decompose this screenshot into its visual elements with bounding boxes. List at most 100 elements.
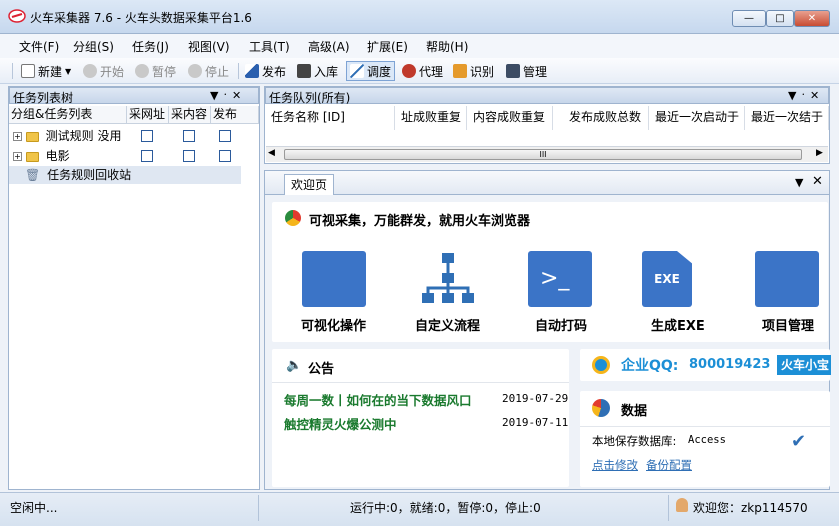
terminal-icon[interactable]: >_ [528,251,592,307]
crawl-url-checkbox[interactable] [141,150,153,162]
menu-group[interactable]: 分组(S) [73,38,114,55]
toolbar-separator [238,63,239,79]
feature-label[interactable]: 生成EXE [651,315,705,334]
schedule-label: 调度 [367,64,392,79]
menu-tools[interactable]: 工具(T) [249,38,290,55]
monitor-icon [506,64,520,78]
menu-file[interactable]: 文件(F) [19,38,59,55]
notice-link[interactable]: 触控精灵火爆公测中 [284,414,397,433]
notice-link[interactable]: 每周一数丨如何在的当下数据风口 [284,390,472,409]
divider [258,495,259,521]
menu-extend[interactable]: 扩展(E) [367,38,408,55]
status-bar: 空闲中... 运行中:0，就绪:0，暂停:0，停止:0 欢迎您：zkp11457… [0,492,839,526]
tab-bar: 欢迎页 ▼ ✕ [265,171,829,195]
publish-checkbox[interactable] [219,150,231,162]
divider [668,495,669,521]
menu-task[interactable]: 任务(J) [132,38,169,55]
stop-icon [188,64,202,78]
publish-button[interactable]: 发布 [242,61,289,81]
proxy-icon [402,64,416,78]
manage-label: 管理 [523,64,548,79]
feature-label[interactable]: 项目管理 [762,315,814,334]
panel-controls[interactable]: ▼ ᛫ ✕ [210,89,241,102]
scroll-right-icon[interactable]: ▶ [816,148,823,158]
column-header[interactable]: 采内容 [169,106,211,124]
panel-controls[interactable]: ▼ ᛫ ✕ [788,89,819,102]
panel-header: 任务列表树 ▼ ᛫ ✕ [9,87,259,105]
crawl-content-checkbox[interactable] [183,150,195,162]
publish-icon [245,64,259,78]
stop-button[interactable]: 停止 [185,61,232,81]
recognize-icon [453,64,467,78]
new-doc-icon [21,64,35,78]
visual-operation-icon[interactable] [302,251,366,307]
pause-button[interactable]: 暂停 [132,61,179,81]
maximize-button[interactable]: □ [766,10,794,27]
column-header[interactable]: 址成败重复 [395,106,467,130]
tab-close-icon[interactable]: ✕ [812,174,823,189]
crawl-content-checkbox[interactable] [183,130,195,142]
column-header[interactable]: 发布 [211,106,259,124]
tree-row[interactable]: + 电影 [9,147,70,165]
qq-label: 企业QQ: [621,358,679,374]
data-title: 数据 [621,404,648,419]
pause-label: 暂停 [152,64,177,79]
schedule-button[interactable]: 调度 [346,61,396,81]
menu-view[interactable]: 视图(V) [188,38,230,55]
qq-contact-button[interactable]: 火车小宝 [777,355,831,375]
db-modify-link[interactable]: 点击修改 [592,457,638,473]
menu-advanced[interactable]: 高级(A) [308,38,350,55]
close-button[interactable]: ✕ [794,10,830,27]
user-welcome[interactable]: 欢迎您：zkp114570 [693,499,808,516]
run-stats: 运行中:0，就绪:0，暂停:0，停止:0 [350,501,541,515]
minimize-button[interactable]: — [732,10,766,27]
import-button[interactable]: 入库 [294,61,341,81]
column-header[interactable]: 任务名称 [ID] [265,106,395,130]
feature-label[interactable]: 自定义流程 [415,315,480,334]
window-title: 火车采集器 7.6 - 火车头数据采集平台1.6 [30,11,252,25]
manage-button[interactable]: 管理 [503,61,550,81]
column-header[interactable]: 最近一次结于 [745,106,829,130]
project-manage-icon[interactable] [755,251,819,307]
feature-label[interactable]: 自动打码 [535,315,587,334]
headline: 可视采集，万能群发，就用火车浏览器 [309,214,531,229]
crawl-url-checkbox[interactable] [141,130,153,142]
menu-bar: 文件(F) 分组(S) 任务(J) 视图(V) 工具(T) 高级(A) 扩展(E… [0,34,839,58]
exe-file-icon[interactable]: EXE [642,251,692,307]
scroll-thumb[interactable]: III [284,149,802,160]
tree-row[interactable]: + 测试规则 没用 [9,127,121,145]
column-header[interactable]: 发布成败总数 [563,106,649,130]
scroll-left-icon[interactable]: ◀ [268,148,275,158]
column-header[interactable]: 采网址 [127,106,169,124]
notice-card: 🔈 公告 每周一数丨如何在的当下数据风口 2019-07-29 触控精灵火爆公测… [272,349,569,487]
column-header[interactable]: 最近一次启动于 [649,106,745,130]
qq-number[interactable]: 800019423 [689,357,770,372]
proxy-button[interactable]: 代理 [399,61,446,81]
recognize-button[interactable]: 识别 [450,61,497,81]
app-logo-icon [8,9,26,23]
tree-row[interactable]: 🗑 任务规则回收站 [9,166,241,184]
horizontal-scrollbar[interactable]: ◀ III ▶ [266,146,828,162]
menu-help[interactable]: 帮助(H) [426,38,468,55]
expand-icon[interactable]: + [13,152,22,161]
column-header[interactable]: 分组&任务列表 [9,106,127,124]
column-header[interactable]: 内容成败重复 [467,106,553,130]
toolbar: 新建 ▼ 开始 暂停 停止 发布 入库 调度 代理 识别 管理 [0,58,839,84]
publish-checkbox[interactable] [219,130,231,142]
start-button[interactable]: 开始 [80,61,127,81]
play-icon [83,64,97,78]
flow-chart-icon[interactable] [416,251,480,307]
stop-label: 停止 [205,64,230,79]
new-button[interactable]: 新建 ▼ [18,61,74,81]
db-backup-link[interactable]: 备份配置 [646,457,692,473]
task-tree-panel: 任务列表树 ▼ ᛫ ✕ 分组&任务列表 采网址 采内容 发布 + 测试规则 没用… [8,86,260,490]
tab-dropdown-icon[interactable]: ▼ [795,176,803,189]
new-label: 新建 [38,64,63,79]
folder-icon [25,151,39,162]
user-icon [676,498,688,512]
tree-label: 电影 [45,149,70,163]
panel-title: 任务队列(所有) [269,91,351,105]
tab-welcome[interactable]: 欢迎页 [284,174,334,195]
expand-icon[interactable]: + [13,132,22,141]
feature-label[interactable]: 可视化操作 [301,315,366,334]
